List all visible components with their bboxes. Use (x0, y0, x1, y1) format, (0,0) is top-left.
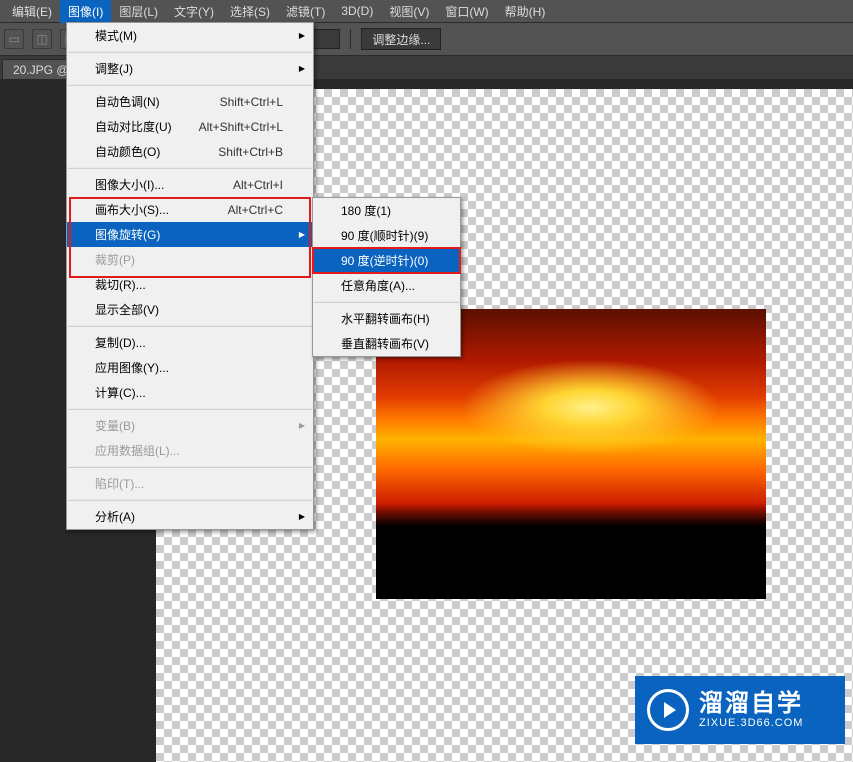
rotate-menu-item[interactable]: 90 度(逆时针)(0) (313, 248, 460, 273)
image-menu-item: 陷印(T)... (67, 471, 313, 496)
image-menu-dropdown: 模式(M)调整(J)自动色调(N)Shift+Ctrl+L自动对比度(U)Alt… (66, 22, 314, 530)
menu-item-label: 应用数据组(L)... (95, 442, 283, 459)
menu-item-shortcut: Shift+Ctrl+L (196, 95, 283, 109)
menu-item-shortcut: Alt+Ctrl+C (204, 203, 283, 217)
image-menu-item[interactable]: 自动颜色(O)Shift+Ctrl+B (67, 139, 313, 164)
rotate-menu-item[interactable]: 90 度(顺时针)(9) (313, 223, 460, 248)
image-menu-item[interactable]: 调整(J) (67, 56, 313, 81)
image-menu-item[interactable]: 画布大小(S)...Alt+Ctrl+C (67, 197, 313, 222)
menu-separator (68, 167, 312, 169)
image-menu-item[interactable]: 计算(C)... (67, 380, 313, 405)
menu-item-label: 变量(B) (95, 417, 283, 434)
menu-item-label: 模式(M) (95, 27, 283, 44)
watermark-url: ZIXUE.3D66.COM (699, 717, 803, 729)
image-menu-item[interactable]: 图像大小(I)...Alt+Ctrl+I (67, 172, 313, 197)
rotate-menu-item[interactable]: 垂直翻转画布(V) (313, 331, 460, 356)
menu-separator (68, 84, 312, 86)
menu-item-label: 自动色调(N) (95, 93, 196, 110)
menubar: 编辑(E)图像(I)图层(L)文字(Y)选择(S)滤镜(T)3D(D)视图(V)… (0, 0, 853, 22)
menu-item-label: 应用图像(Y)... (95, 359, 283, 376)
watermark-play-icon (647, 689, 689, 731)
refine-edge-button[interactable]: 调整边缘... (361, 28, 441, 50)
menu-帮助h[interactable]: 帮助(H) (497, 0, 554, 23)
menu-选择s[interactable]: 选择(S) (222, 0, 278, 23)
menu-item-label: 图像大小(I)... (95, 176, 209, 193)
menu-item-label: 画布大小(S)... (95, 201, 204, 218)
menu-separator (68, 325, 312, 327)
menu-item-label: 180 度(1) (341, 202, 430, 219)
image-menu-item[interactable]: 复制(D)... (67, 330, 313, 355)
menu-item-shortcut: Alt+Shift+Ctrl+L (175, 120, 283, 134)
menu-滤镜t[interactable]: 滤镜(T) (278, 0, 333, 23)
image-menu-item[interactable]: 自动对比度(U)Alt+Shift+Ctrl+L (67, 114, 313, 139)
rotate-menu-item[interactable]: 水平翻转画布(H) (313, 306, 460, 331)
image-menu-item: 裁剪(P) (67, 247, 313, 272)
menu-item-label: 自动颜色(O) (95, 143, 194, 160)
menu-separator (68, 408, 312, 410)
lasso-select-icon[interactable]: ◫ (32, 29, 52, 49)
menu-item-label: 任意角度(A)... (341, 277, 430, 294)
menu-separator (68, 51, 312, 53)
menu-item-shortcut: Shift+Ctrl+B (194, 145, 283, 159)
watermark-title: 溜溜自学 (699, 691, 803, 717)
menu-item-label: 复制(D)... (95, 334, 283, 351)
menu-item-label: 裁切(R)... (95, 276, 283, 293)
rect-select-icon[interactable]: ▭ (4, 29, 24, 49)
menu-窗口w[interactable]: 窗口(W) (437, 0, 496, 23)
menu-编辑e[interactable]: 编辑(E) (4, 0, 60, 23)
menu-文字y[interactable]: 文字(Y) (166, 0, 222, 23)
menu-item-label: 调整(J) (95, 60, 283, 77)
menu-item-shortcut: Alt+Ctrl+I (209, 178, 283, 192)
menu-item-label: 自动对比度(U) (95, 118, 175, 135)
menu-图层l[interactable]: 图层(L) (111, 0, 166, 23)
menu-视图v[interactable]: 视图(V) (381, 0, 437, 23)
image-menu-item[interactable]: 显示全部(V) (67, 297, 313, 322)
menu-item-label: 分析(A) (95, 508, 283, 525)
menu-item-label: 裁剪(P) (95, 251, 283, 268)
menu-separator (314, 301, 459, 303)
menu-separator (68, 499, 312, 501)
menu-item-label: 垂直翻转画布(V) (341, 335, 430, 352)
menu-item-label: 图像旋转(G) (95, 226, 283, 243)
menu-图像i[interactable]: 图像(I) (60, 0, 111, 23)
menu-item-label: 90 度(顺时针)(9) (341, 227, 430, 244)
separator (350, 29, 351, 49)
image-menu-item: 应用数据组(L)... (67, 438, 313, 463)
watermark: 溜溜自学 ZIXUE.3D66.COM (635, 676, 845, 744)
menu-separator (68, 466, 312, 468)
image-rotation-submenu: 180 度(1) 90 度(顺时针)(9) 90 度(逆时针)(0) 任意角度(A).… (312, 197, 461, 357)
menu-item-label: 陷印(T)... (95, 475, 283, 492)
rotate-menu-item[interactable]: 180 度(1) (313, 198, 460, 223)
image-menu-item[interactable]: 模式(M) (67, 23, 313, 48)
menu-item-label: 水平翻转画布(H) (341, 310, 430, 327)
menu-item-label: 计算(C)... (95, 384, 283, 401)
image-menu-item[interactable]: 分析(A) (67, 504, 313, 529)
menu-item-label: 显示全部(V) (95, 301, 283, 318)
watermark-text: 溜溜自学 ZIXUE.3D66.COM (699, 691, 803, 729)
rotate-menu-item[interactable]: 任意角度(A)... (313, 273, 460, 298)
menu-item-label: 90 度(逆时针)(0) (341, 252, 430, 269)
image-menu-item: 变量(B) (67, 413, 313, 438)
image-menu-item[interactable]: 图像旋转(G) (67, 222, 313, 247)
image-menu-item[interactable]: 裁切(R)... (67, 272, 313, 297)
image-menu-item[interactable]: 应用图像(Y)... (67, 355, 313, 380)
image-menu-item[interactable]: 自动色调(N)Shift+Ctrl+L (67, 89, 313, 114)
menu-3dd[interactable]: 3D(D) (333, 1, 381, 21)
